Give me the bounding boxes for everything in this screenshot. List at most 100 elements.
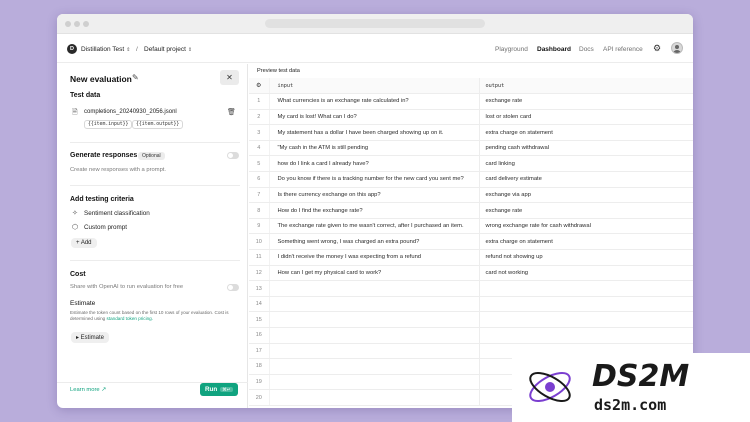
input-cell[interactable]: Something went wrong, I was charged an e… bbox=[269, 233, 480, 251]
input-cell[interactable] bbox=[269, 296, 480, 313]
table-row[interactable]: 9 The exchange rate given to me wasn't co… bbox=[249, 218, 693, 235]
table-row[interactable]: 16 bbox=[249, 327, 693, 344]
output-cell[interactable]: exchange rate bbox=[479, 202, 693, 219]
table-row[interactable]: 10 Something went wrong, I was charged an… bbox=[249, 233, 693, 251]
variable-chip[interactable]: {{item.input}} bbox=[84, 120, 133, 129]
input-cell[interactable]: "My cash in the ATM is still pending bbox=[269, 140, 480, 157]
nav-link-docs[interactable]: Docs bbox=[579, 46, 594, 53]
table-row[interactable]: 6 Do you know if there is a tracking numb… bbox=[249, 171, 693, 188]
row-number: 14 bbox=[249, 296, 270, 313]
table-row[interactable]: 12 How can I get my physical card to work… bbox=[249, 265, 693, 282]
window-dot[interactable] bbox=[83, 21, 89, 27]
output-cell[interactable] bbox=[479, 311, 693, 328]
table-row[interactable]: 14 bbox=[249, 296, 693, 313]
row-number: 3 bbox=[249, 124, 270, 141]
input-cell[interactable]: My card is lost! What can I do? bbox=[269, 109, 480, 126]
criterion-sentiment[interactable]: Sentiment classification bbox=[84, 210, 150, 217]
project-avatar[interactable]: D bbox=[67, 44, 77, 54]
table-row[interactable]: 3 My statement has a dollar I have been c… bbox=[249, 124, 693, 141]
input-cell[interactable]: My statement has a dollar I have been ch… bbox=[269, 124, 480, 141]
user-avatar[interactable] bbox=[671, 42, 683, 54]
input-cell[interactable]: I didn't receive the money I was expecti… bbox=[269, 249, 480, 266]
table-row[interactable]: 7 Is there currency exchange on this app?… bbox=[249, 187, 693, 204]
scope-switcher[interactable]: Default project ⇕ bbox=[144, 46, 192, 53]
output-cell[interactable]: extra charge on statement bbox=[479, 233, 693, 251]
prompt-icon: ⬡ bbox=[72, 224, 79, 231]
project-name: Distillation Test bbox=[81, 46, 125, 53]
input-cell[interactable]: The exchange rate given to me wasn't cor… bbox=[269, 218, 480, 235]
settings-icon[interactable]: ⚙ bbox=[249, 78, 270, 95]
output-cell[interactable]: exchange rate bbox=[479, 93, 693, 110]
output-cell[interactable]: lost or stolen card bbox=[479, 109, 693, 126]
table-row[interactable]: 15 bbox=[249, 311, 693, 328]
criterion-custom-prompt[interactable]: Custom prompt bbox=[84, 224, 127, 231]
estimate-button[interactable]: ▸ Estimate bbox=[71, 332, 110, 343]
input-cell[interactable] bbox=[269, 343, 480, 360]
variable-chip[interactable]: {{item.output}} bbox=[132, 120, 184, 129]
table-row[interactable]: 4 "My cash in the ATM is still pending pen… bbox=[249, 140, 693, 157]
table-row[interactable]: 8 How do I find the exchange rate? exchang… bbox=[249, 202, 693, 219]
output-cell[interactable]: refund not showing up bbox=[479, 249, 693, 266]
output-cell[interactable]: card linking bbox=[479, 155, 693, 173]
input-cell[interactable]: What currencies is an exchange rate calc… bbox=[269, 93, 480, 110]
estimate-heading: Estimate bbox=[70, 300, 96, 307]
output-cell[interactable]: exchange via app bbox=[479, 187, 693, 204]
input-cell[interactable]: Do you know if there is a tracking numbe… bbox=[269, 171, 480, 188]
address-bar[interactable] bbox=[265, 19, 485, 28]
input-cell[interactable] bbox=[269, 311, 480, 328]
input-cell[interactable] bbox=[269, 374, 480, 391]
output-cell[interactable]: pending cash withdrawal bbox=[479, 140, 693, 157]
window-dot[interactable] bbox=[65, 21, 71, 27]
input-cell[interactable] bbox=[269, 327, 480, 344]
input-cell[interactable]: How do I find the exchange rate? bbox=[269, 202, 480, 219]
output-cell[interactable] bbox=[479, 327, 693, 344]
table-row[interactable]: 13 bbox=[249, 280, 693, 297]
output-cell[interactable]: card delivery estimate bbox=[479, 171, 693, 188]
output-cell[interactable] bbox=[479, 280, 693, 297]
nav-link-dashboard[interactable]: Dashboard bbox=[537, 46, 571, 53]
output-cell[interactable]: wrong exchange rate for cash withdrawal bbox=[479, 218, 693, 235]
output-cell[interactable]: card not working bbox=[479, 265, 693, 282]
learn-more-link[interactable]: Learn more ↗ bbox=[70, 387, 106, 393]
row-number: 7 bbox=[249, 187, 270, 204]
table-row[interactable]: 2 My card is lost! What can I do? lost or … bbox=[249, 109, 693, 126]
nav-link-api-reference[interactable]: API reference bbox=[603, 46, 643, 53]
trash-icon[interactable]: 🗑 bbox=[227, 108, 236, 116]
table-row[interactable]: 11 I didn't receive the money I was expec… bbox=[249, 249, 693, 266]
input-cell[interactable]: How can I get my physical card to work? bbox=[269, 265, 480, 282]
generate-toggle[interactable] bbox=[227, 152, 239, 159]
input-cell[interactable] bbox=[269, 280, 480, 297]
row-number: 16 bbox=[249, 327, 270, 344]
output-cell[interactable]: extra charge on statement bbox=[479, 124, 693, 141]
table-row[interactable]: 1 What currencies is an exchange rate cal… bbox=[249, 93, 693, 110]
divider bbox=[70, 142, 240, 143]
nav-link-playground[interactable]: Playground bbox=[495, 46, 528, 53]
breadcrumb-separator: / bbox=[136, 46, 138, 53]
test-data-heading: Test data bbox=[70, 92, 101, 99]
row-number: 4 bbox=[249, 140, 270, 157]
file-name[interactable]: completions_20240930_2056.jsonl bbox=[84, 109, 177, 115]
chevron-updown-icon: ⇕ bbox=[187, 47, 193, 53]
window-dot[interactable] bbox=[74, 21, 80, 27]
column-header-input[interactable]: input bbox=[269, 78, 480, 95]
close-button[interactable]: ✕ bbox=[220, 70, 239, 85]
table-row[interactable]: 5 how do I link a card I already have? car… bbox=[249, 155, 693, 173]
gear-icon[interactable]: ⚙ bbox=[652, 43, 662, 53]
input-cell[interactable] bbox=[269, 358, 480, 375]
edit-icon[interactable]: ✎ bbox=[132, 73, 139, 82]
optional-badge: Optional bbox=[138, 152, 165, 160]
project-switcher[interactable]: Distillation Test ⇕ bbox=[81, 46, 130, 53]
column-header-output[interactable]: output bbox=[479, 78, 693, 95]
output-cell[interactable] bbox=[479, 296, 693, 313]
add-criterion-button[interactable]: + Add bbox=[71, 238, 97, 248]
row-number: 17 bbox=[249, 343, 270, 360]
input-cell[interactable]: how do I link a card I already have? bbox=[269, 155, 480, 173]
divider bbox=[70, 185, 240, 186]
close-icon: ✕ bbox=[226, 73, 233, 82]
share-toggle[interactable] bbox=[227, 284, 239, 291]
token-pricing-link[interactable]: standard token pricing. bbox=[107, 316, 153, 321]
input-cell[interactable] bbox=[269, 389, 480, 406]
generate-heading: Generate responses bbox=[70, 152, 138, 159]
input-cell[interactable]: Is there currency exchange on this app? bbox=[269, 187, 480, 204]
run-button[interactable]: Run ⌘↵ bbox=[200, 383, 238, 396]
